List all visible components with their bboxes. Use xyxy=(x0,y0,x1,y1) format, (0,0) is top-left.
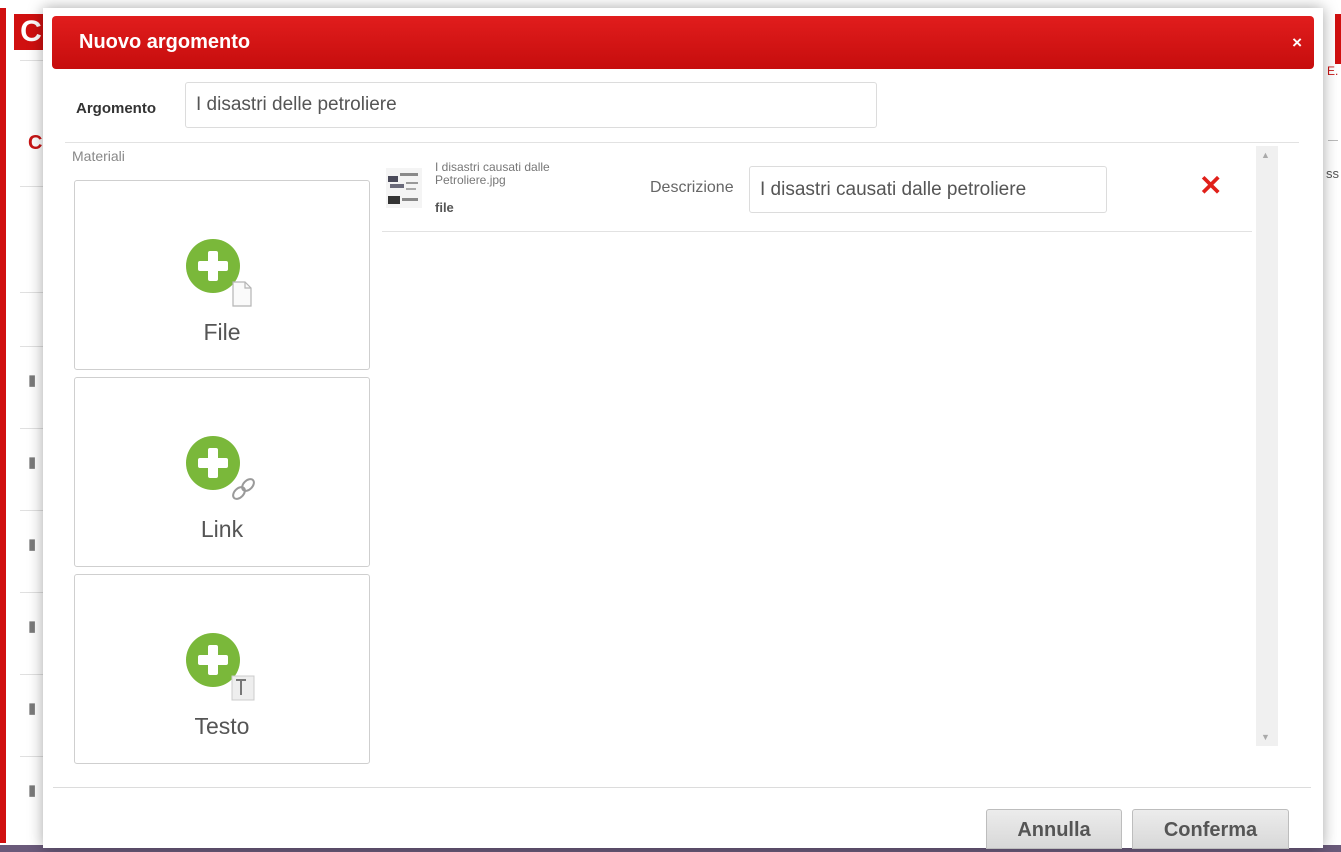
background-divider xyxy=(20,756,45,757)
delete-icon[interactable]: ✕ xyxy=(1199,169,1222,202)
topic-label: Argomento xyxy=(76,100,156,117)
materials-list: I disastri causati dalle Petroliere.jpg … xyxy=(382,143,1252,750)
background-divider xyxy=(20,346,45,347)
file-icon xyxy=(232,281,252,307)
close-icon[interactable]: × xyxy=(1292,16,1302,69)
background-divider xyxy=(20,428,45,429)
scroll-up-icon[interactable]: ▲ xyxy=(1261,150,1270,160)
confirm-button[interactable]: Conferma xyxy=(1132,809,1289,849)
background-divider xyxy=(20,60,45,61)
scroll-down-icon[interactable]: ▼ xyxy=(1261,732,1270,742)
modal-header: Nuovo argomento × xyxy=(52,16,1314,69)
background-divider xyxy=(20,674,45,675)
add-link-label: Link xyxy=(200,516,244,542)
background-red-strip xyxy=(0,8,6,843)
scrollbar[interactable]: ▲ ▼ xyxy=(1256,146,1278,746)
add-file-button[interactable]: File xyxy=(74,180,370,370)
topic-input[interactable] xyxy=(185,82,877,128)
file-type: file xyxy=(435,200,454,215)
new-topic-modal: Nuovo argomento × Argomento Materiali Fi… xyxy=(43,8,1323,849)
image-thumbnail[interactable] xyxy=(386,168,422,208)
add-file-label: File xyxy=(203,319,241,345)
background-right-text: ss xyxy=(1326,166,1339,181)
add-link-button[interactable]: Link xyxy=(74,377,370,567)
link-icon xyxy=(232,478,255,500)
cancel-button[interactable]: Annulla xyxy=(986,809,1122,849)
background-divider xyxy=(20,186,45,187)
description-input[interactable] xyxy=(749,166,1107,213)
text-icon xyxy=(231,675,255,701)
modal-title: Nuovo argomento xyxy=(79,31,251,53)
background-red-letter: C xyxy=(28,132,43,154)
description-label: Descrizione xyxy=(650,179,734,196)
add-text-label: Testo xyxy=(194,713,250,739)
background-right-red xyxy=(1335,14,1341,64)
background-right-text: E. xyxy=(1327,64,1339,78)
materials-label: Materiali xyxy=(72,148,125,164)
background-divider xyxy=(20,592,45,593)
background-divider xyxy=(20,292,45,293)
background-divider xyxy=(20,510,45,511)
divider xyxy=(53,787,1311,788)
divider xyxy=(382,231,1252,232)
background-right-divider xyxy=(1328,140,1338,141)
file-name: I disastri causati dalle Petroliere.jpg xyxy=(435,160,550,187)
add-text-button[interactable]: Testo xyxy=(74,574,370,764)
